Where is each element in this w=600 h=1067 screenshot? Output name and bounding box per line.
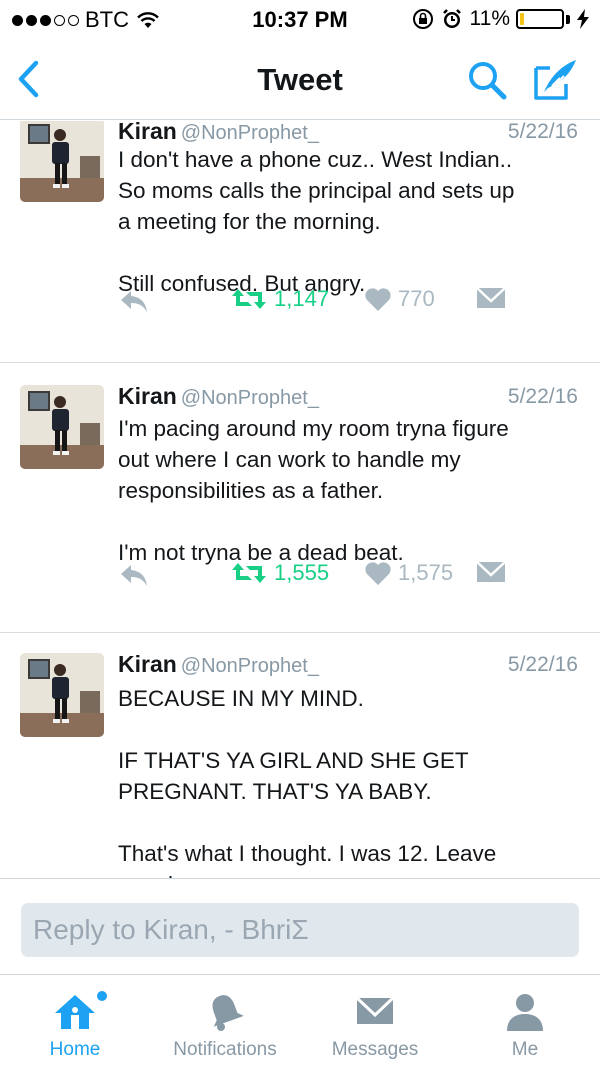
reply-icon [121,565,147,586]
tab-notifications[interactable]: Notifications [150,975,300,1067]
retweet-button[interactable]: 1,555 [230,560,329,586]
charging-bolt-icon [577,9,589,29]
avatar[interactable] [20,385,104,469]
tab-label: Messages [331,1039,419,1060]
tweet-header: Kiran @NonProphet_ 5/22/16 [118,383,578,413]
direct-message-button[interactable] [475,560,507,584]
tweet-text: I'm pacing around my room tryna figure o… [118,416,509,565]
direct-message-button[interactable] [475,286,507,310]
retweet-count: 1,555 [274,560,330,585]
tweet-author-handle[interactable]: @NonProphet_ [181,122,319,144]
tab-messages[interactable]: Messages [300,975,450,1067]
retweet-icon [232,563,266,583]
tweet-item[interactable]: Kiran @NonProphet_ 5/22/16 I'm pacing aro… [0,363,600,633]
page-title: Tweet [257,62,343,97]
reply-button[interactable] [118,286,150,316]
tab-label: Me [511,1039,539,1060]
battery-nub [566,14,570,24]
status-right: 11% [412,7,590,31]
like-button[interactable]: 1,575 [364,560,453,586]
reply-bar: Reply to Kiran, - BhriΣ [0,878,600,974]
heart-icon [365,288,391,311]
home-notification-dot [97,991,107,1001]
heart-icon [365,562,391,585]
tweet-text: I don't have a phone cuz.. West Indian..… [118,147,515,296]
tweet-author-name[interactable]: Kiran [118,383,177,409]
compose-icon[interactable] [530,56,580,104]
tab-home[interactable]: Home [0,975,150,1067]
reply-input[interactable]: Reply to Kiran, - BhriΣ [21,903,579,957]
tweet-author-handle[interactable]: @NonProphet_ [181,387,319,409]
search-icon[interactable] [465,58,509,102]
tweet-author-name[interactable]: Kiran [118,121,177,144]
battery-icon [516,9,564,29]
tweet-timeline[interactable]: Kiran @NonProphet_ 5/22/16 I don't have a… [0,121,600,878]
home-icon [55,995,95,1029]
tweet-author-name[interactable]: Kiran [118,651,177,677]
avatar[interactable] [20,653,104,737]
tweet-item[interactable]: Kiran @NonProphet_ 5/22/16 BECAUSE IN MY … [0,633,600,878]
reply-button[interactable] [118,560,150,590]
tweet-date: 5/22/16 [507,385,578,408]
tweet-header: Kiran @NonProphet_ 5/22/16 [118,651,578,681]
envelope-icon [476,561,506,582]
tab-label: Home [49,1039,101,1060]
tab-label: Notifications [173,1039,277,1060]
tab-bar: Home Notifications Messages Me [0,974,600,1067]
tweet-actions: 1,555 1,575 [118,560,588,594]
retweet-button[interactable]: 1,147 [230,286,329,312]
envelope-icon [355,996,395,1024]
avatar[interactable] [20,121,104,202]
envelope-icon [476,287,506,308]
like-count: 1,575 [398,560,454,585]
tweet-text: BECAUSE IN MY MIND. IF THAT'S YA GIRL AN… [118,686,497,878]
retweet-count: 1,147 [274,286,330,311]
person-icon [507,994,543,1031]
alarm-icon [442,9,461,28]
status-bar: BTC 10:37 PM 11% [0,0,600,40]
tweet-item[interactable]: Kiran @NonProphet_ 5/22/16 I don't have a… [0,121,600,363]
battery-percent: 11% [469,7,510,30]
tab-me[interactable]: Me [450,975,600,1067]
like-count: 770 [398,286,435,311]
tweet-author-handle[interactable]: @NonProphet_ [181,655,319,677]
tweet-date: 5/22/16 [507,653,578,676]
nav-bar: Tweet [0,40,600,120]
retweet-icon [232,289,266,309]
reply-icon [121,291,147,312]
tweet-actions: 1,147 770 [118,286,588,320]
bell-icon [212,995,244,1031]
orientation-lock-icon [412,9,433,29]
tweet-date: 5/22/16 [507,121,578,143]
like-button[interactable]: 770 [364,286,435,312]
